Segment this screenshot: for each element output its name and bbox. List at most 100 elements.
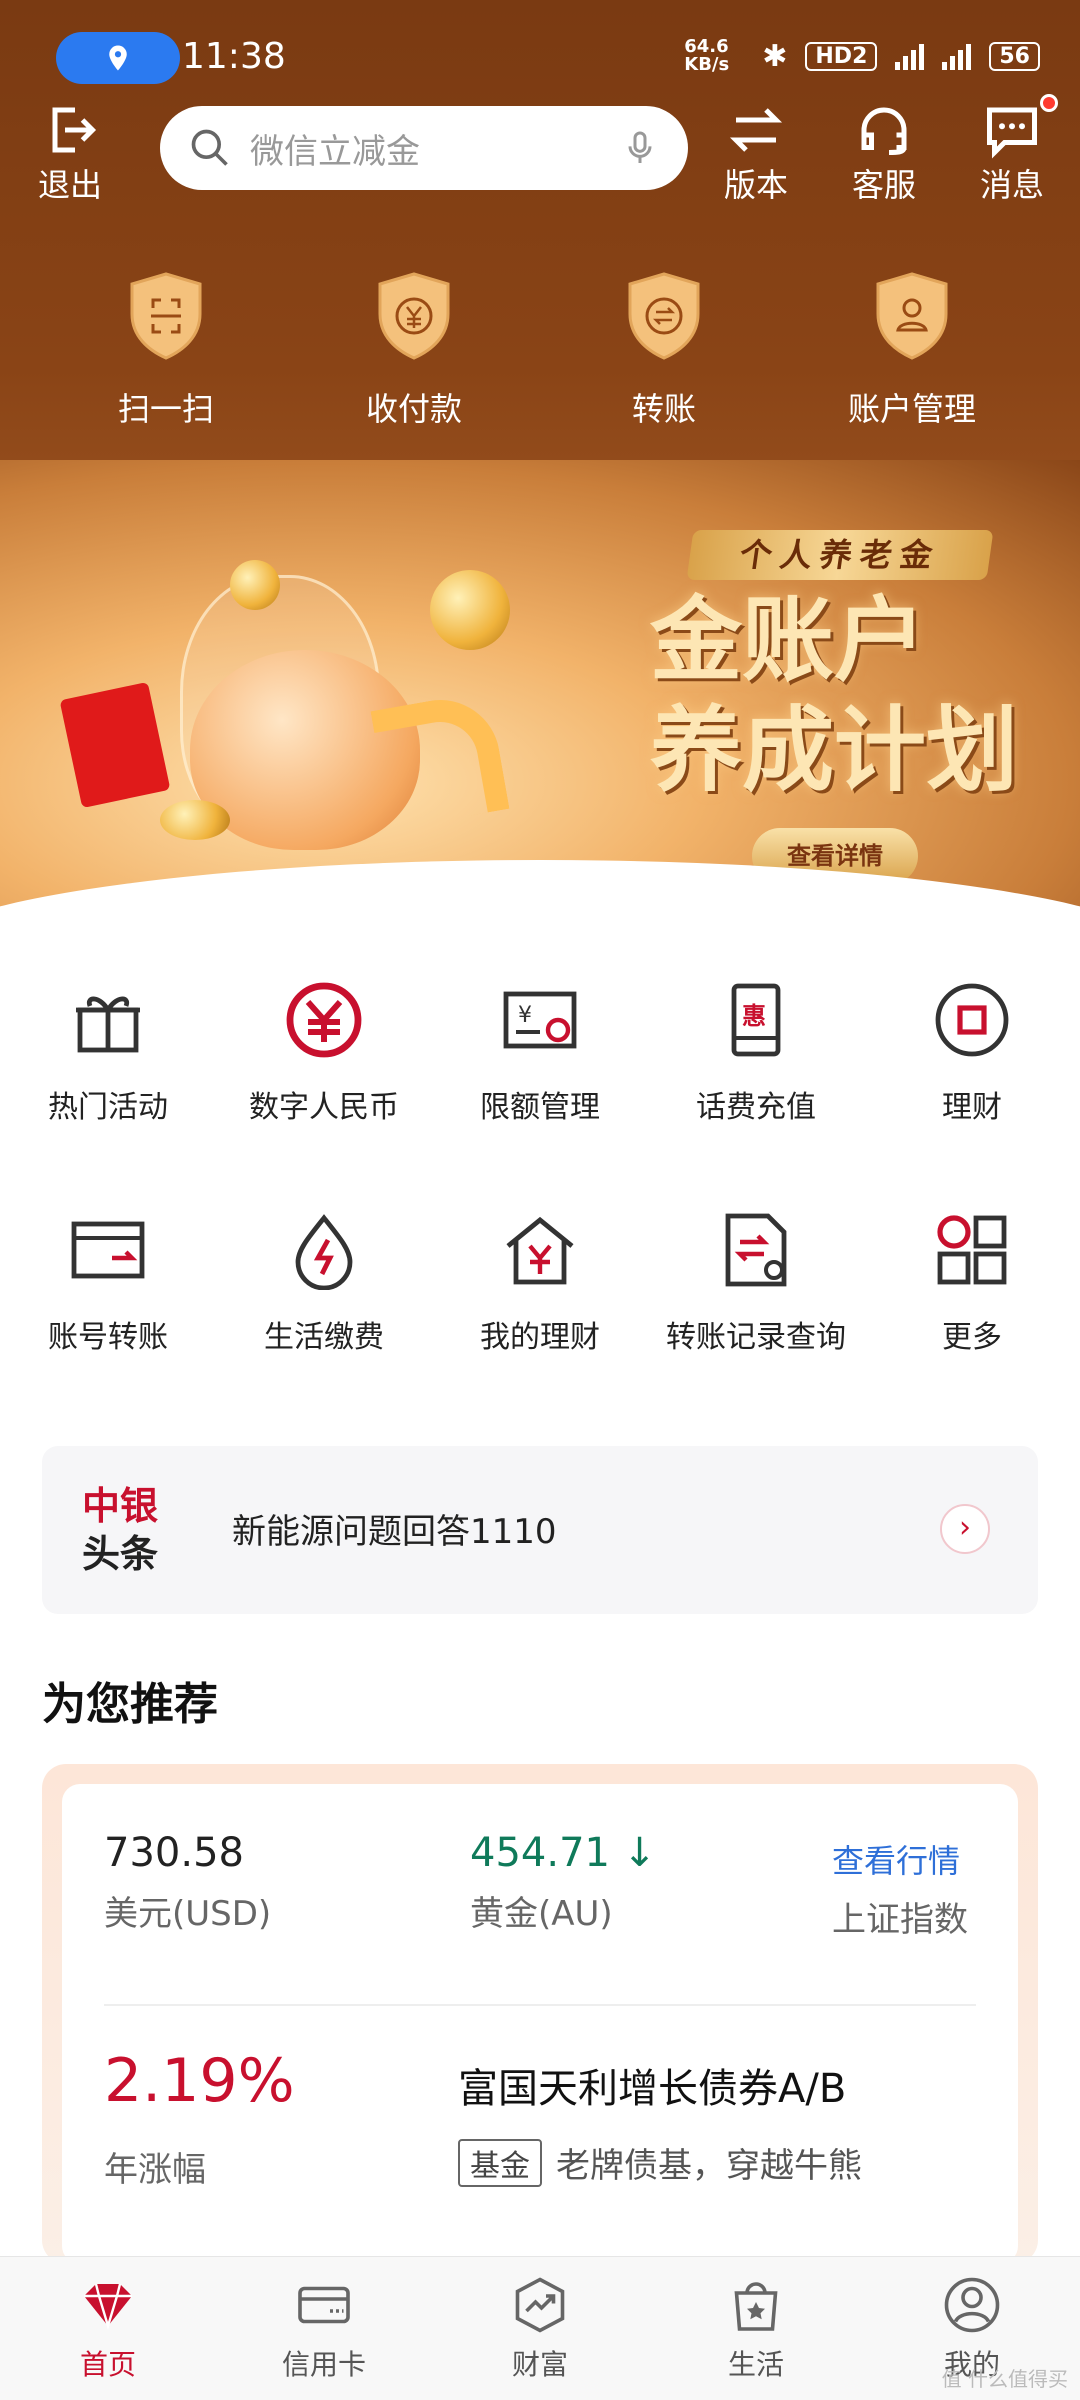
fund-rate: 2.19%	[104, 2046, 295, 2116]
account-user-icon	[876, 272, 948, 360]
diamond-home-icon	[84, 2283, 132, 2331]
service-label: 限额管理	[480, 1090, 600, 1125]
bluetooth-icon: ✱	[762, 38, 788, 74]
headline-text[interactable]: 新能源问题回答1110	[232, 1504, 557, 1553]
coin-illustration	[160, 800, 230, 840]
headline-news-bar[interactable]: 中银 头条 新能源问题回答1110 ›	[42, 1446, 1038, 1614]
quick-pay[interactable]: 收付款	[314, 270, 514, 430]
arrow-down-icon: ↓	[622, 1830, 657, 1876]
quick-account-label: 账户管理	[847, 390, 976, 428]
gold-value-row: 454.71 ↓	[470, 1830, 656, 1876]
quick-scan-label: 扫一扫	[117, 390, 214, 428]
status-bar: 11:38 64.6 KB/s ✱ HD2 56	[0, 30, 1080, 86]
nav-wealth[interactable]: 财富	[432, 2275, 648, 2383]
service-digital-rmb[interactable]: 数字人民币	[216, 980, 432, 1126]
card-divider	[104, 2004, 976, 2006]
quick-transfer[interactable]: 转账	[564, 270, 764, 430]
nav-label: 生活	[727, 2348, 784, 2381]
gold-name: 黄金(AU)	[470, 1894, 613, 1934]
service-utility[interactable]: 生活缴费	[216, 1210, 432, 1356]
usd-name: 美元(USD)	[104, 1894, 272, 1934]
service-my-wealth[interactable]: 我的理财	[432, 1210, 648, 1356]
exit-label: 退出	[37, 166, 102, 204]
system-icons: 64.6 KB/s ✱ HD2 56	[684, 38, 1040, 74]
coin-illustration	[430, 570, 510, 650]
service-label: 生活缴费	[264, 1320, 384, 1355]
gift-icon	[76, 996, 140, 1053]
banner-ribbon: 个人养老金	[686, 530, 994, 580]
scan-icon	[130, 272, 202, 360]
profile-icon	[944, 2277, 1000, 2333]
wealth-chart-icon	[515, 2277, 565, 2333]
quick-account[interactable]: 账户管理	[812, 270, 1012, 430]
market-gold[interactable]: 454.71 ↓ 黄金(AU)	[470, 1830, 656, 1935]
service-label: 客服	[851, 166, 916, 204]
service-phone-topup[interactable]: 惠 话费充值	[648, 980, 864, 1126]
version-button[interactable]: 版本	[706, 100, 806, 206]
recommend-card-body: 730.58 美元(USD) 454.71 ↓ 黄金(AU) 查看行情 上证指数…	[62, 1784, 1018, 2264]
battery-icon: 56	[989, 41, 1040, 71]
service-hot-activities[interactable]: 热门活动	[0, 980, 216, 1126]
microphone-icon[interactable]	[620, 128, 660, 168]
life-bag-icon	[734, 2282, 778, 2331]
service-label: 话费充值	[696, 1090, 816, 1125]
unread-dot	[1040, 94, 1058, 112]
banner-title-line2: 养成计划	[650, 696, 1019, 804]
signal-icon	[895, 42, 925, 70]
clock: 11:38	[182, 36, 286, 77]
service-label: 账号转账	[48, 1320, 168, 1355]
nav-label: 财富	[511, 2348, 568, 2381]
service-limit-manage[interactable]: ¥ 限额管理	[432, 980, 648, 1126]
market-usd[interactable]: 730.58 美元(USD)	[104, 1830, 271, 1935]
signal-icon	[942, 42, 972, 70]
house-yuan-icon	[506, 1216, 574, 1285]
nav-life[interactable]: 生活	[648, 2275, 864, 2383]
hd-badge: HD2	[805, 41, 878, 71]
market-sh-index[interactable]: 查看行情 上证指数	[832, 1830, 968, 1941]
coin-illustration	[230, 560, 280, 610]
chevron-right-icon[interactable]: ›	[940, 1504, 990, 1554]
recommend-card: 730.58 美元(USD) 454.71 ↓ 黄金(AU) 查看行情 上证指数…	[42, 1764, 1038, 2264]
nav-home[interactable]: 首页	[0, 2275, 216, 2383]
logo-line2: 头条	[82, 1532, 159, 1576]
search-input[interactable]: 微信立减金	[160, 106, 688, 190]
fund-desc: 老牌债基，穿越牛熊	[556, 2146, 862, 2186]
credit-card-icon	[298, 2286, 350, 2324]
service-transfer-records[interactable]: 转账记录查询	[648, 1210, 864, 1356]
transfer-record-icon	[725, 1213, 787, 1287]
exit-button[interactable]: 退出	[20, 100, 120, 206]
message-button[interactable]: 消息	[962, 94, 1062, 206]
message-label: 消息	[979, 166, 1044, 204]
banner-title-line1: 金账户	[650, 586, 927, 694]
net-speed: 64.6 KB/s	[684, 36, 730, 75]
recommend-title: 为您推荐	[42, 1679, 218, 1730]
fund-name[interactable]: 富国天利增长债券A/B	[458, 2056, 846, 2114]
customer-service-button[interactable]: 客服	[834, 100, 934, 206]
watermark: 值 什么值得买	[941, 2367, 1068, 2391]
nav-label: 信用卡	[281, 2348, 366, 2381]
service-label: 转账记录查询	[666, 1320, 846, 1355]
fund-tag: 基金	[458, 2138, 542, 2187]
message-icon	[987, 107, 1037, 159]
location-pill	[56, 32, 180, 84]
location-pin-icon	[109, 45, 127, 71]
service-label: 更多	[942, 1320, 1002, 1355]
service-wealth[interactable]: 理财	[864, 980, 1080, 1126]
top-bar: 退出 微信立减金 版本 客服 消息	[0, 94, 1080, 210]
switch-arrows-icon	[729, 108, 783, 152]
gold-value: 454.71	[470, 1830, 610, 1876]
quick-scan[interactable]: 扫一扫	[66, 270, 266, 430]
bottom-nav: 首页 信用卡 财富 生活 我的 值 什么值得买	[0, 2256, 1080, 2400]
account-transfer-icon	[71, 1221, 145, 1279]
service-more[interactable]: 更多	[864, 1210, 1080, 1356]
service-account-transfer[interactable]: 账号转账	[0, 1210, 216, 1356]
banner-title: 金账户 养成计划	[650, 585, 1018, 805]
service-label: 我的理财	[480, 1320, 600, 1355]
view-quotes-link[interactable]: 查看行情	[832, 1836, 968, 1882]
svg-text:惠: 惠	[742, 1002, 766, 1030]
nav-credit-card[interactable]: 信用卡	[216, 2275, 432, 2383]
exit-icon	[52, 107, 97, 153]
search-icon	[191, 129, 228, 166]
limit-card-icon: ¥	[503, 991, 577, 1049]
logo-line1: 中银	[82, 1484, 159, 1528]
